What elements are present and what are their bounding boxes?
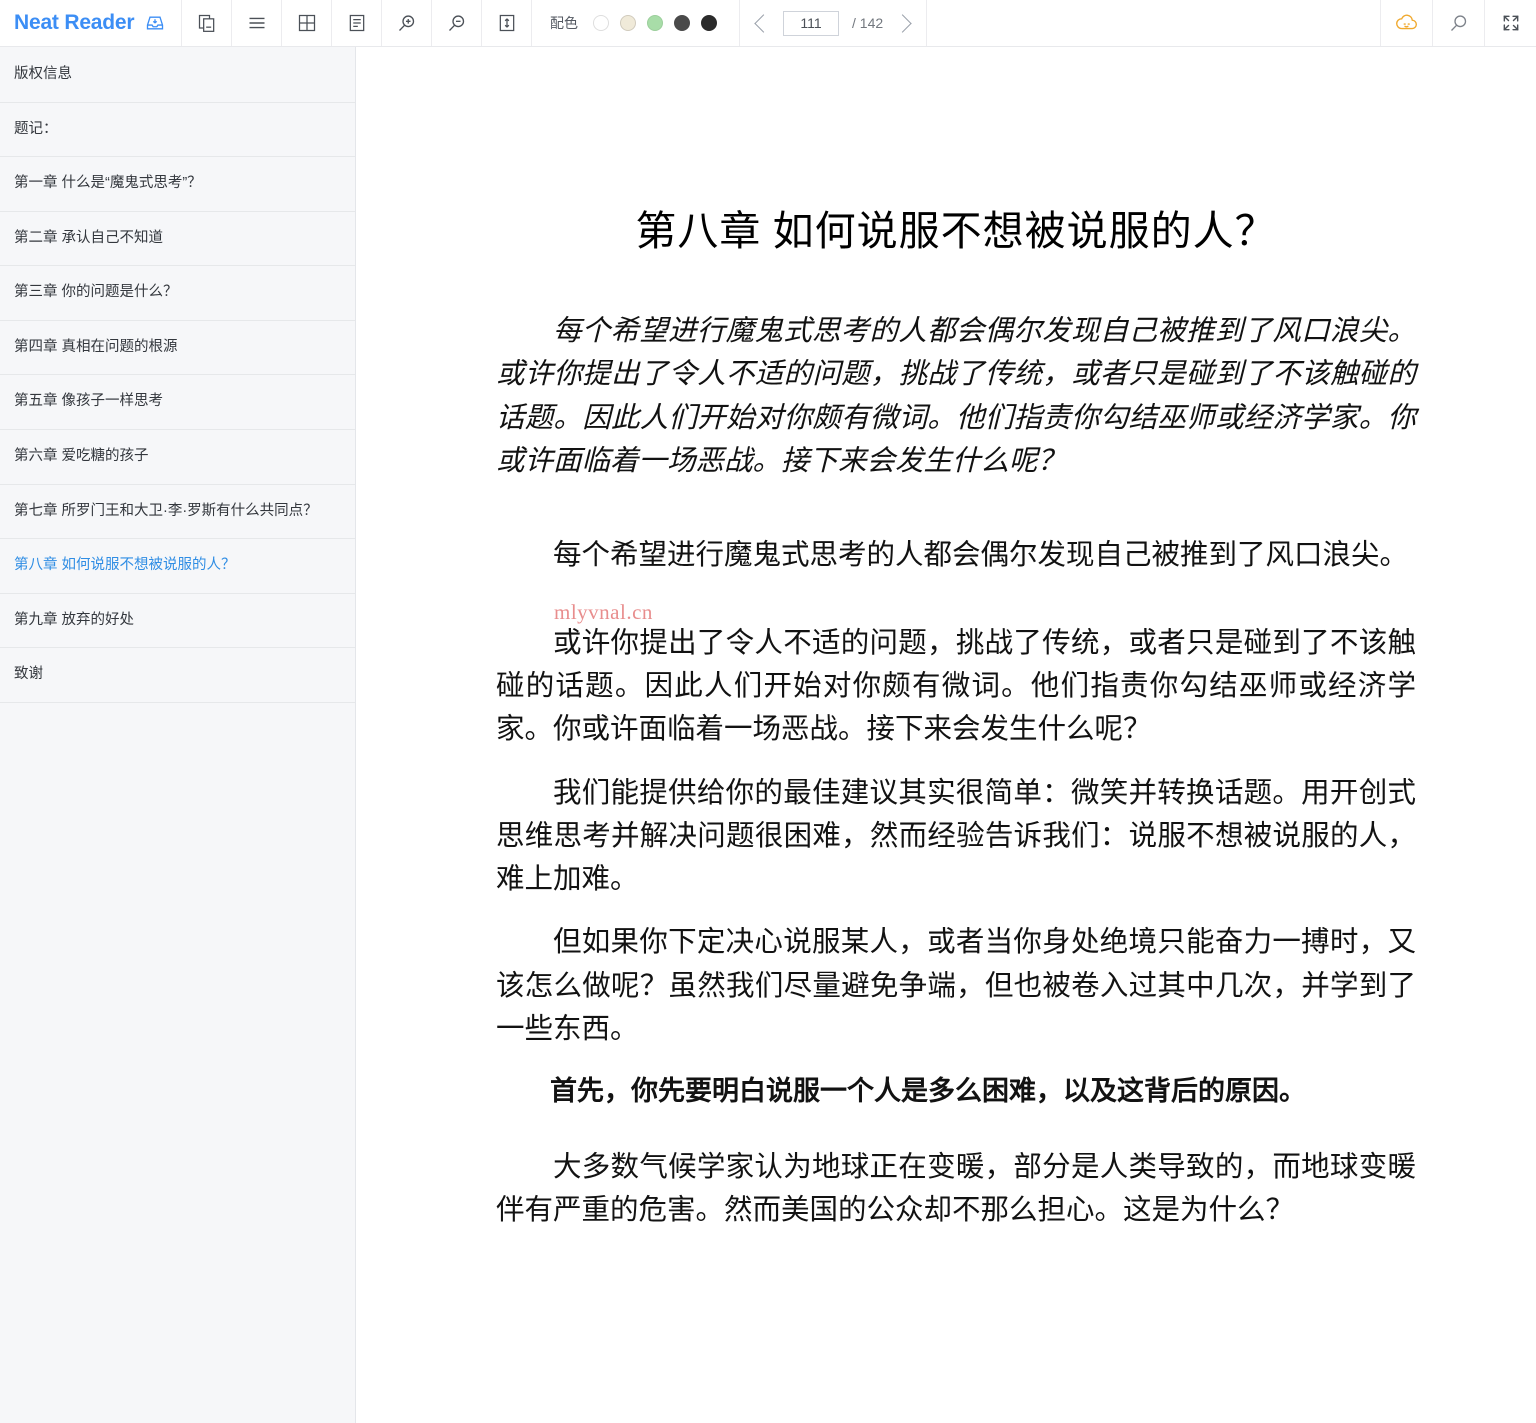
menu-icon[interactable]: [232, 0, 282, 46]
swatch-black[interactable]: [701, 15, 717, 31]
body-paragraph-bold: 首先，你先要明白说服一个人是多么困难，以及这背后的原因。: [550, 1076, 1306, 1107]
reader-pane[interactable]: 第八章 如何说服不想被说服的人？ 每个希望进行魔鬼式思考的人都会偶尔发现自己被推…: [356, 47, 1536, 1423]
body-paragraph: 每个希望进行魔鬼式思考的人都会偶尔发现自己被推到了风口浪尖。: [553, 540, 1409, 572]
search-icon[interactable]: [1432, 0, 1484, 46]
workspace: 版权信息 题记： 第一章 什么是“魔鬼式思考”？ 第二章 承认自己不知道 第三章 你的问…: [0, 47, 1536, 1423]
swatch-dark-gray[interactable]: [674, 15, 690, 31]
line-height-icon[interactable]: [482, 0, 532, 46]
swatch-green[interactable]: [647, 15, 663, 31]
grid-layout-icon[interactable]: [282, 0, 332, 46]
brand-area[interactable]: Neat Reader: [0, 0, 182, 46]
body-paragraph: 我们能提供给你的最佳建议其实很简单：微笑并转换话题。用开创式思维思考并解决问题很…: [496, 777, 1416, 896]
toc-list: 版权信息 题记： 第一章 什么是“魔鬼式思考”？ 第二章 承认自己不知道 第三章 你的问…: [0, 48, 355, 703]
page-title: 第八章 如何说服不想被说服的人？: [635, 208, 1277, 254]
sidebar-item[interactable]: 第二章 承认自己不知道: [0, 212, 355, 267]
sidebar-item[interactable]: 版权信息: [0, 48, 355, 103]
body-paragraph: 或许你提出了令人不适的问题，挑战了传统，或者只是碰到了不该触碰的话题。因此人们开…: [496, 627, 1416, 746]
sidebar-item[interactable]: 第六章 爱吃糖的孩子: [0, 430, 355, 485]
sidebar-item[interactable]: 第九章 放弃的好处: [0, 594, 355, 649]
next-page-button[interactable]: [893, 13, 912, 33]
total-pages-label: / 142: [852, 15, 884, 31]
sidebar-item[interactable]: 第七章 所罗门王和大卫·李·罗斯有什么共同点？: [0, 485, 355, 540]
body-paragraph: 但如果你下定决心说服某人，或者当你身处绝境只能奋力一搏时，又该怎么做呢？虽然我们…: [496, 927, 1416, 1046]
sidebar-item[interactable]: 第三章 你的问题是什么？: [0, 266, 355, 321]
copy-pages-icon[interactable]: [182, 0, 232, 46]
swatch-cream[interactable]: [620, 15, 636, 31]
page-surface: 第八章 如何说服不想被说服的人？ 每个希望进行魔鬼式思考的人都会偶尔发现自己被推…: [356, 47, 1535, 1423]
sidebar-item[interactable]: 第四章 真相在问题的根源: [0, 321, 355, 376]
app-title: Neat Reader: [14, 11, 135, 34]
zoom-out-icon[interactable]: [432, 0, 482, 46]
save-to-library-icon[interactable]: [145, 13, 165, 33]
paragraph-list: 每个希望进行魔鬼式思考的人都会偶尔发现自己被推到了风口浪尖。或许你提出了令人不适…: [496, 309, 1416, 1233]
color-scheme-group: 配色: [532, 0, 740, 46]
body-paragraph: 大多数气候学家认为地球正在变暖，部分是人类导致的，而地球变暖伴有严重的危害。然而…: [496, 1151, 1416, 1227]
top-toolbar: Neat Reader 配色 111 / 142: [0, 0, 1536, 47]
sidebar-item[interactable]: 第八章 如何说服不想被说服的人？: [0, 539, 355, 594]
swatch-white[interactable]: [593, 15, 609, 31]
sidebar-item[interactable]: 第一章 什么是“魔鬼式思考”？: [0, 157, 355, 212]
page-number-input[interactable]: [783, 10, 839, 36]
fullscreen-icon[interactable]: [1484, 0, 1536, 46]
zoom-in-icon[interactable]: [382, 0, 432, 46]
text-layout-icon[interactable]: [332, 0, 382, 46]
sidebar-item[interactable]: 第五章 像孩子一样思考: [0, 375, 355, 430]
chapter-content: 第八章 如何说服不想被说服的人？ 每个希望进行魔鬼式思考的人都会偶尔发现自己被推…: [496, 197, 1416, 1253]
cloud-sync-icon[interactable]: [1380, 0, 1432, 46]
body-paragraph: 每个希望进行魔鬼式思考的人都会偶尔发现自己被推到了风口浪尖。或许你提出了令人不适…: [496, 314, 1416, 477]
prev-page-button[interactable]: [754, 13, 773, 33]
table-of-contents-sidebar: 版权信息 题记： 第一章 什么是“魔鬼式思考”？ 第二章 承认自己不知道 第三章 你的问…: [0, 47, 356, 1423]
sidebar-item[interactable]: 致谢: [0, 648, 355, 703]
pager-group: / 142: [740, 0, 928, 46]
sidebar-item[interactable]: 题记：: [0, 103, 355, 158]
color-scheme-label: 配色: [550, 15, 578, 31]
